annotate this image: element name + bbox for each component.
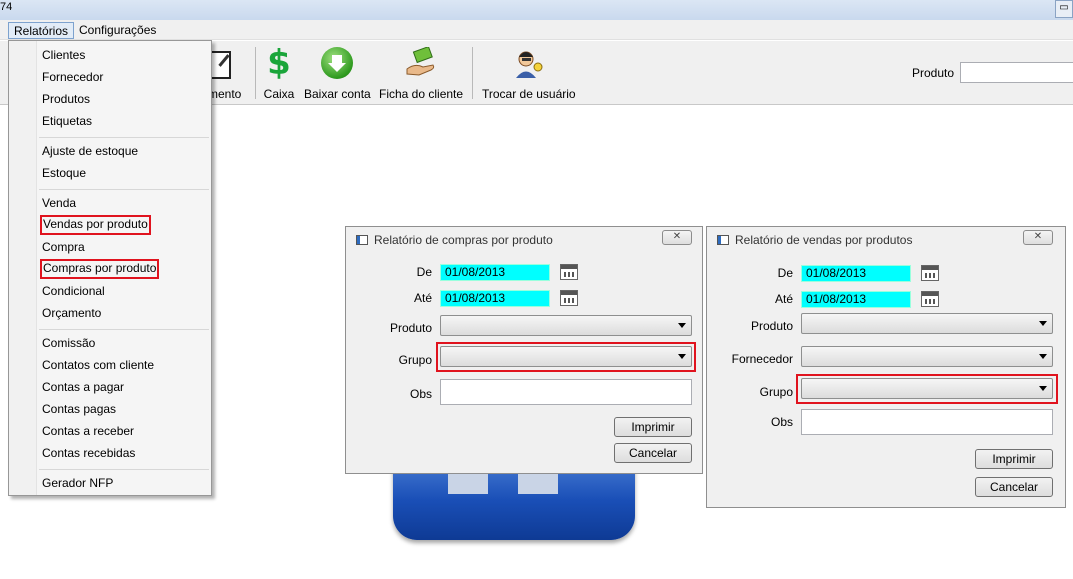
menu-item-comissao[interactable]: Comissão (41, 335, 96, 353)
menu-separator (39, 137, 209, 138)
chevron-down-icon (1039, 354, 1047, 359)
obs-field[interactable] (440, 379, 692, 405)
trocar-usuario-button[interactable]: Trocar de usuário (482, 47, 576, 101)
product-search-input[interactable] (960, 62, 1073, 83)
dialog-body: De 01/08/2013 Até 01/08/2013 Produto For… (715, 253, 1058, 499)
fornecedor-label: Fornecedor (731, 352, 793, 366)
menu-item-contas-recebidas[interactable]: Contas recebidas (41, 445, 136, 463)
menu-item-condicional[interactable]: Condicional (41, 283, 106, 301)
trocar-usuario-label: Trocar de usuário (482, 87, 576, 101)
menu-item-fornecedor[interactable]: Fornecedor (41, 69, 104, 87)
dialog-body: De 01/08/2013 Até 01/08/2013 Produto Gru… (354, 253, 696, 465)
ficha-cliente-label: Ficha do cliente (379, 87, 464, 101)
ficha-cliente-button[interactable]: Ficha do cliente (379, 45, 464, 101)
chevron-down-icon (1039, 321, 1047, 326)
menu-item-produtos[interactable]: Produtos (41, 91, 91, 109)
relatorios-menu: Clientes Fornecedor Produtos Etiquetas A… (8, 40, 212, 496)
chevron-down-icon (1039, 386, 1047, 391)
dollar-icon: $ (267, 43, 291, 83)
window-icon (717, 235, 729, 245)
cancelar-button[interactable]: Cancelar (614, 443, 692, 463)
produto-select[interactable] (440, 315, 692, 336)
menu-item-contas-a-receber[interactable]: Contas a receber (41, 423, 135, 441)
menu-item-compra[interactable]: Compra (41, 239, 86, 257)
caixa-label: Caixa (263, 87, 295, 101)
product-search-label: Produto (912, 66, 955, 80)
close-icon[interactable]: ✕ (662, 230, 692, 245)
edit-document-icon (208, 47, 241, 79)
hand-money-icon (405, 45, 437, 79)
dialog-vendas-por-produtos: Relatório de vendas por produtos ✕ De 01… (706, 226, 1066, 508)
menu-item-contas-a-pagar[interactable]: Contas a pagar (41, 379, 125, 397)
imprimir-button[interactable]: Imprimir (614, 417, 692, 437)
dialog-title: Relatório de vendas por produtos (735, 233, 913, 247)
caixa-button[interactable]: $ Caixa (263, 43, 295, 101)
menu-item-venda[interactable]: Venda (41, 195, 77, 213)
calendar-icon[interactable] (560, 290, 578, 306)
dialog-title-bar: Relatório de compras por produto ✕ (346, 227, 702, 253)
dialog-compras-por-produto: Relatório de compras por produto ✕ De 01… (345, 226, 703, 474)
produto-select[interactable] (801, 313, 1053, 334)
menu-relatorios[interactable]: Relatórios (8, 22, 75, 39)
download-arrow-icon (321, 47, 354, 79)
toolbar-button-partial[interactable]: mento (208, 47, 241, 101)
chevron-down-icon (678, 354, 686, 359)
de-date-field[interactable]: 01/08/2013 (801, 265, 911, 282)
de-date-field[interactable]: 01/08/2013 (440, 264, 550, 281)
ate-date-field[interactable]: 01/08/2013 (440, 290, 550, 307)
grupo-label: Grupo (398, 353, 432, 367)
menu-separator (39, 469, 209, 470)
dialog-title-bar: Relatório de vendas por produtos ✕ (707, 227, 1065, 253)
menu-item-compras-por-produto[interactable]: Compras por produto (40, 259, 160, 279)
window-title: 74 (0, 1, 13, 13)
de-label: De (416, 265, 432, 279)
imprimir-button[interactable]: Imprimir (975, 449, 1053, 469)
menu-bar: Relatórios Configurações (0, 20, 1073, 40)
menu-item-contas-pagas[interactable]: Contas pagas (41, 401, 117, 419)
grupo-select[interactable] (440, 346, 692, 367)
menu-item-ajuste-estoque[interactable]: Ajuste de estoque (41, 143, 139, 161)
ate-label: Até (774, 292, 793, 306)
menu-item-estoque[interactable]: Estoque (41, 165, 87, 183)
menu-separator (39, 189, 209, 190)
fornecedor-select[interactable] (801, 346, 1053, 367)
calendar-icon[interactable] (560, 264, 578, 280)
baixar-conta-button[interactable]: Baixar conta (304, 47, 371, 101)
menu-item-clientes[interactable]: Clientes (41, 47, 86, 65)
produto-label: Produto (750, 319, 793, 333)
toolbar-separator (472, 47, 473, 99)
close-icon[interactable]: ✕ (1023, 230, 1053, 245)
menu-item-gerador-nfp[interactable]: Gerador NFP (41, 475, 114, 493)
menu-configuracoes[interactable]: Configurações (74, 22, 161, 39)
obs-field[interactable] (801, 409, 1053, 435)
menu-item-etiquetas[interactable]: Etiquetas (41, 113, 93, 131)
produto-label: Produto (389, 321, 432, 335)
calendar-icon[interactable] (921, 291, 939, 307)
toolbar-partial-label: mento (208, 87, 242, 101)
obs-label: Obs (770, 415, 793, 429)
grupo-select[interactable] (801, 378, 1053, 399)
dialog-title: Relatório de compras por produto (374, 233, 553, 247)
restore-button[interactable]: ▭ (1055, 0, 1073, 18)
de-label: De (777, 266, 793, 280)
obs-label: Obs (409, 387, 432, 401)
toolbar-separator (255, 47, 256, 99)
menu-item-orcamento[interactable]: Orçamento (41, 305, 102, 323)
ate-date-field[interactable]: 01/08/2013 (801, 291, 911, 308)
menu-item-vendas-por-produto[interactable]: Vendas por produto (40, 215, 151, 235)
cancelar-button[interactable]: Cancelar (975, 477, 1053, 497)
window-title-bar: 74 ▭ (0, 0, 1073, 20)
menu-gutter (9, 41, 37, 495)
user-key-icon (513, 47, 545, 79)
grupo-label: Grupo (759, 385, 793, 399)
window-icon (356, 235, 368, 245)
ate-label: Até (413, 291, 432, 305)
chevron-down-icon (678, 323, 686, 328)
calendar-icon[interactable] (921, 265, 939, 281)
menu-item-contatos-cliente[interactable]: Contatos com cliente (41, 357, 155, 375)
baixar-conta-label: Baixar conta (304, 87, 371, 101)
menu-separator (39, 329, 209, 330)
